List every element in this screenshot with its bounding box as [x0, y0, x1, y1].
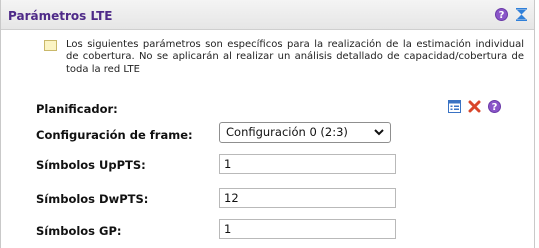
gp-label: Símbolos GP: — [36, 224, 122, 238]
help-icon[interactable]: ? — [488, 100, 501, 113]
info-note: Los siguientes parámetros son específico… — [66, 39, 524, 75]
chevron-down-icon — [374, 129, 384, 136]
uppts-label: Símbolos UpPTS: — [36, 158, 146, 172]
frame-config-select[interactable]: Configuración 0 (2:3) — [219, 122, 391, 143]
frame-config-value: Configuración 0 (2:3) — [226, 125, 348, 139]
uppts-input[interactable]: 1 — [219, 154, 396, 174]
note-icon — [44, 40, 57, 51]
dwpts-label: Símbolos DwPTS: — [36, 192, 149, 206]
dwpts-input[interactable]: 12 — [219, 188, 396, 208]
frame-config-label: Configuración de frame: — [36, 128, 193, 142]
gp-input[interactable]: 1 — [219, 219, 396, 239]
planificador-label: Planificador: — [36, 102, 118, 116]
collapse-icon[interactable] — [515, 8, 528, 21]
edit-list-icon[interactable] — [448, 100, 461, 113]
lte-parameters-panel: Parámetros LTE ? Los siguientes parámetr… — [0, 0, 535, 248]
panel-header: Parámetros LTE ? — [1, 0, 534, 30]
help-icon[interactable]: ? — [495, 8, 508, 21]
panel-title: Parámetros LTE — [8, 9, 113, 23]
delete-icon[interactable] — [468, 100, 481, 113]
